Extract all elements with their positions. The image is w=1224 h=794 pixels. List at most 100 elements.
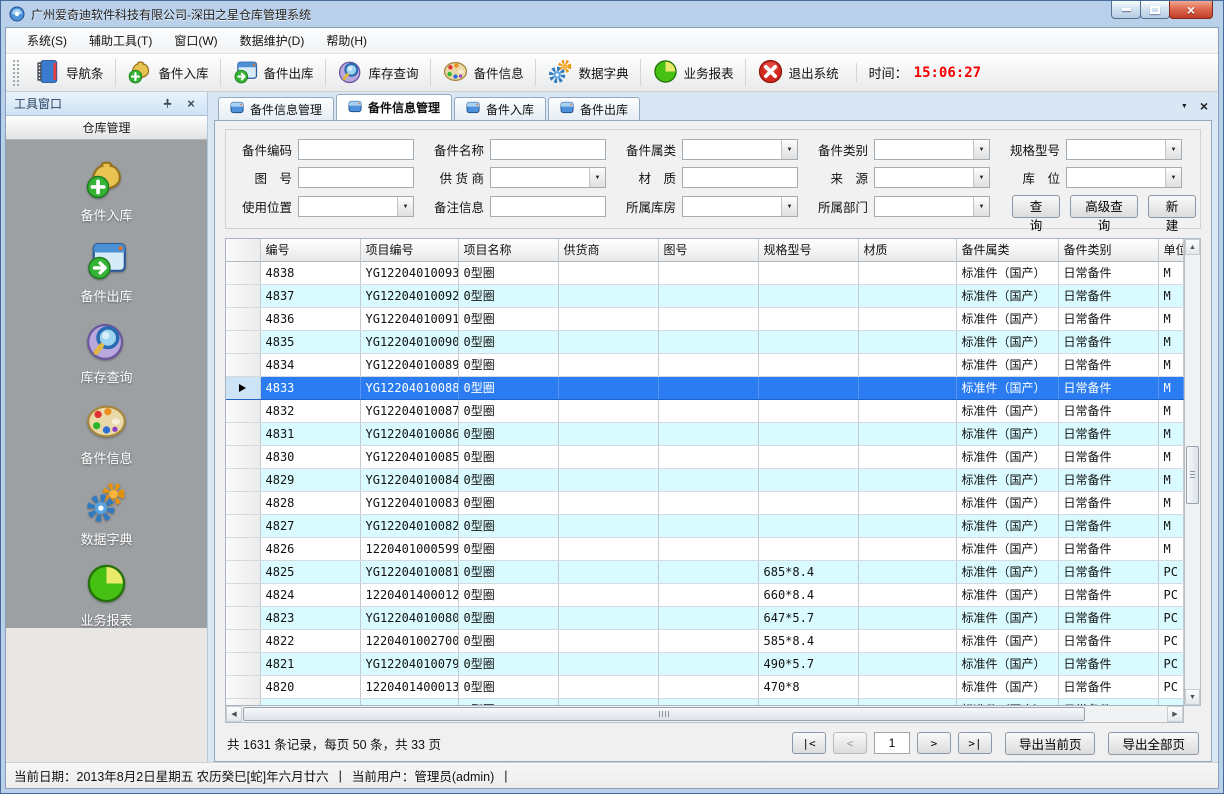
table-row[interactable]: 4828YG122040100830型圈标准件（国产）日常备件M bbox=[226, 491, 1184, 514]
table-row[interactable]: 4830YG122040100850型圈标准件（国产）日常备件M bbox=[226, 445, 1184, 468]
scroll-up-icon[interactable]: ▲ bbox=[1185, 239, 1200, 255]
sidebar-item-palette[interactable]: 备件信息 bbox=[80, 399, 132, 467]
field-input[interactable] bbox=[298, 139, 414, 160]
table-row[interactable]: 4827YG122040100820型圈标准件（国产）日常备件M bbox=[226, 514, 1184, 537]
field-select[interactable]: ▼ bbox=[682, 139, 798, 160]
tab-list-chevron-down-icon[interactable]: ▼ bbox=[1181, 103, 1188, 110]
scroll-left-icon[interactable]: ◀ bbox=[226, 706, 242, 722]
toolbar-button-outbound[interactable]: 备件出库 bbox=[223, 56, 323, 90]
table-row[interactable]: 4836YG122040100910型圈标准件（国产）日常备件M bbox=[226, 307, 1184, 330]
table-row[interactable]: 4825YG122040100810型圈685*8.4标准件（国产）日常备件PC bbox=[226, 560, 1184, 583]
warehouse-management-section[interactable]: 仓库管理 bbox=[6, 116, 207, 140]
column-header[interactable]: 规格型号 bbox=[758, 239, 858, 261]
column-header[interactable]: 单位 bbox=[1158, 239, 1184, 261]
menu-item[interactable]: 窗口(W) bbox=[163, 28, 228, 53]
tab-close-icon[interactable]: × bbox=[1200, 99, 1208, 113]
horizontal-scrollbar[interactable]: ◀ ▶ bbox=[225, 706, 1184, 723]
column-header[interactable]: 项目编号 bbox=[360, 239, 458, 261]
toolbar-button-palette[interactable]: 备件信息 bbox=[433, 56, 533, 90]
close-button[interactable]: × bbox=[1169, 1, 1213, 19]
sidebar-item-pie[interactable]: 业务报表 bbox=[80, 561, 132, 628]
toolbar-button-navbar[interactable]: 导航条 bbox=[25, 56, 113, 90]
table-row[interactable]: 4829YG122040100840型圈标准件（国产）日常备件M bbox=[226, 468, 1184, 491]
export-current-page-button[interactable]: 导出当前页 bbox=[1005, 732, 1096, 755]
pin-icon[interactable] bbox=[159, 96, 175, 112]
table-row[interactable]: 4837YG122040100920型圈标准件（国产）日常备件M bbox=[226, 284, 1184, 307]
field-select[interactable]: ▼ bbox=[682, 196, 798, 217]
page-number-input[interactable] bbox=[874, 732, 910, 754]
table-row[interactable]: 4831YG122040100860型圈标准件（国产）日常备件M bbox=[226, 422, 1184, 445]
table-row[interactable]: 4821YG122040100790型圈490*5.7标准件（国产）日常备件PC bbox=[226, 652, 1184, 675]
column-header[interactable]: 供货商 bbox=[558, 239, 658, 261]
maximize-button[interactable] bbox=[1140, 1, 1170, 19]
field-input[interactable] bbox=[682, 167, 798, 188]
scroll-down-icon[interactable]: ▼ bbox=[1185, 689, 1200, 705]
column-header[interactable]: 材质 bbox=[858, 239, 956, 261]
sidebar-item-outbound[interactable]: 备件出库 bbox=[80, 237, 132, 305]
menu-item[interactable]: 辅助工具(T) bbox=[78, 28, 163, 53]
cell: YG12204010083 bbox=[360, 491, 458, 514]
tab-2[interactable]: 备件入库 bbox=[454, 97, 546, 120]
table-row[interactable]: 0型圈标准件（国产）日常备件 bbox=[226, 698, 1184, 706]
toolbar-button-gears[interactable]: 数据字典 bbox=[538, 56, 638, 90]
field-select[interactable]: ▼ bbox=[874, 167, 990, 188]
column-header[interactable]: 图号 bbox=[658, 239, 758, 261]
tab-1[interactable]: 备件信息管理 bbox=[336, 94, 452, 120]
toolbar-button-exit[interactable]: 退出系统 bbox=[748, 56, 848, 90]
column-header[interactable]: 项目名称 bbox=[458, 239, 558, 261]
query-button[interactable]: 查询 bbox=[1012, 195, 1060, 218]
table-row[interactable]: 482012204014000130型圈470*8标准件（国产）日常备件PC bbox=[226, 675, 1184, 698]
horizontal-scroll-thumb[interactable] bbox=[243, 707, 1085, 721]
export-all-pages-button[interactable]: 导出全部页 bbox=[1108, 732, 1199, 755]
tab-0[interactable]: 备件信息管理 bbox=[218, 97, 334, 120]
field-select[interactable]: ▼ bbox=[1066, 139, 1182, 160]
toolbar-button-query[interactable]: 库存查询 bbox=[328, 56, 428, 90]
advanced-query-button[interactable]: 高级查询 bbox=[1070, 195, 1138, 218]
field-select[interactable]: ▼ bbox=[1066, 167, 1182, 188]
menu-item[interactable]: 帮助(H) bbox=[315, 28, 378, 53]
field-input[interactable] bbox=[490, 139, 606, 160]
field-select[interactable]: ▼ bbox=[490, 167, 606, 188]
table-row[interactable]: 482212204010027000型圈585*8.4标准件（国产）日常备件PC bbox=[226, 629, 1184, 652]
field-select[interactable]: ▼ bbox=[298, 196, 414, 217]
first-page-button[interactable]: |< bbox=[792, 732, 826, 754]
vertical-scroll-track[interactable] bbox=[1185, 255, 1200, 689]
minimize-button[interactable] bbox=[1111, 1, 1141, 19]
column-header[interactable]: 备件属类 bbox=[956, 239, 1058, 261]
sidebar-item-query[interactable]: 库存查询 bbox=[80, 318, 132, 386]
sidebar-item-inbound[interactable]: 备件入库 bbox=[80, 156, 132, 224]
last-page-button[interactable]: >| bbox=[958, 732, 992, 754]
table-row[interactable]: 482612204010005990型圈标准件（国产）日常备件M bbox=[226, 537, 1184, 560]
next-page-button[interactable]: > bbox=[917, 732, 951, 754]
toolbar-button-inbound[interactable]: 备件入库 bbox=[118, 56, 218, 90]
close-panel-icon[interactable]: × bbox=[183, 96, 199, 112]
table-row[interactable]: 4838YG122040100930型圈标准件（国产）日常备件M bbox=[226, 261, 1184, 284]
table-row[interactable]: 4832YG122040100870型圈标准件（国产）日常备件M bbox=[226, 399, 1184, 422]
current-user-text: 当前用户：管理员(admin) bbox=[352, 766, 494, 785]
table-row[interactable]: 4835YG122040100900型圈标准件（国产）日常备件M bbox=[226, 330, 1184, 353]
field-input[interactable] bbox=[490, 196, 606, 217]
menu-item[interactable]: 系统(S) bbox=[16, 28, 78, 53]
new-button[interactable]: 新建 bbox=[1148, 195, 1196, 218]
cell bbox=[558, 675, 658, 698]
scroll-right-icon[interactable]: ▶ bbox=[1167, 706, 1183, 722]
field-select[interactable]: ▼ bbox=[874, 196, 990, 217]
prev-page-button[interactable]: < bbox=[833, 732, 867, 754]
toolbar-grip[interactable] bbox=[12, 59, 19, 87]
cell bbox=[858, 376, 956, 399]
field-select[interactable]: ▼ bbox=[874, 139, 990, 160]
vertical-scroll-thumb[interactable] bbox=[1186, 446, 1199, 504]
column-header[interactable]: 备件类别 bbox=[1058, 239, 1158, 261]
table-row[interactable]: 4833YG122040100880型圈标准件（国产）日常备件M bbox=[226, 376, 1184, 399]
column-header[interactable]: 编号 bbox=[260, 239, 360, 261]
horizontal-scroll-track[interactable] bbox=[242, 706, 1167, 722]
vertical-scrollbar[interactable]: ▲ ▼ bbox=[1184, 238, 1201, 706]
table-row[interactable]: 4834YG122040100890型圈标准件（国产）日常备件M bbox=[226, 353, 1184, 376]
table-row[interactable]: 482412204014000120型圈660*8.4标准件（国产）日常备件PC bbox=[226, 583, 1184, 606]
sidebar-item-gears[interactable]: 数据字典 bbox=[80, 480, 132, 548]
tab-3[interactable]: 备件出库 bbox=[548, 97, 640, 120]
menu-item[interactable]: 数据维护(D) bbox=[229, 28, 316, 53]
toolbar-button-pie[interactable]: 业务报表 bbox=[643, 56, 743, 90]
field-input[interactable] bbox=[298, 167, 414, 188]
table-row[interactable]: 4823YG122040100800型圈647*5.7标准件（国产）日常备件PC bbox=[226, 606, 1184, 629]
